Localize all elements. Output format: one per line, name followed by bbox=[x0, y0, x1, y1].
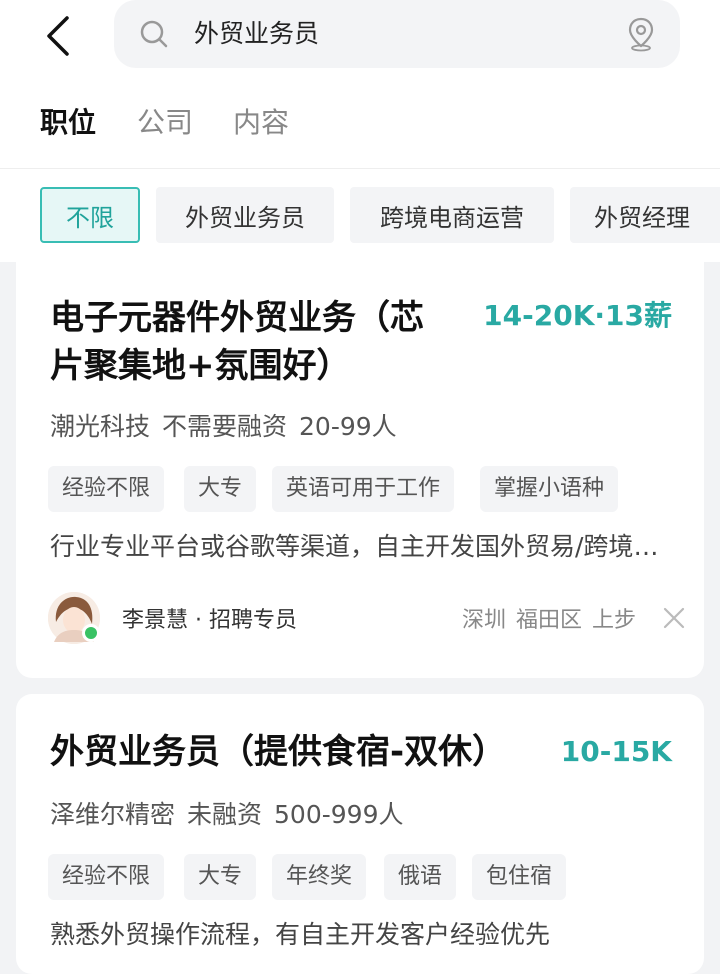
funding-stage: 未融资 bbox=[187, 800, 263, 829]
tag: 掌握小语种 bbox=[480, 466, 619, 512]
salary: 10-15K bbox=[560, 735, 672, 768]
area: 上步 bbox=[591, 608, 636, 633]
company-size: 500-999人 bbox=[274, 800, 404, 829]
location-pin-icon[interactable] bbox=[626, 16, 656, 52]
search-bar[interactable] bbox=[114, 0, 680, 68]
tab-content[interactable]: 内容 bbox=[233, 98, 289, 148]
tab-companies[interactable]: 公司 bbox=[137, 98, 193, 148]
job-location: 深圳 福田区 上步 bbox=[452, 602, 636, 634]
tag: 大专 bbox=[184, 854, 257, 900]
job-description: 行业专业平台或谷歌等渠道，自主开发国外贸易/跨境电商客户 bbox=[50, 532, 680, 561]
filter-chip-cross-border-ecommerce[interactable]: 跨境电商运营 bbox=[350, 187, 554, 243]
tag: 经验不限 bbox=[48, 854, 165, 900]
tab-positions[interactable]: 职位 bbox=[40, 98, 96, 148]
search-input[interactable] bbox=[194, 12, 594, 56]
company-name: 潮光科技 bbox=[50, 412, 151, 441]
tag: 包住宿 bbox=[472, 854, 567, 900]
job-description: 熟悉外贸操作流程，有自主开发客户经验优先 bbox=[50, 920, 551, 949]
online-status-dot bbox=[82, 624, 100, 642]
avatar[interactable] bbox=[48, 592, 100, 644]
filter-chip-foreign-trade-manager[interactable]: 外贸经理 bbox=[570, 187, 720, 243]
job-card[interactable]: 外贸业务员（提供食宿-双休） 10-15K 泽维尔精密 未融资 500-999人 经… bbox=[16, 694, 704, 974]
tag: 英语可用于工作 bbox=[272, 466, 455, 512]
company-name: 泽维尔精密 bbox=[50, 800, 176, 829]
job-title-continued: 片聚集地+氛围好） bbox=[50, 346, 351, 386]
funding-stage: 不需要融资 bbox=[162, 412, 288, 441]
company-size: 20-99人 bbox=[299, 412, 397, 441]
tag: 经验不限 bbox=[48, 466, 165, 512]
recruiter-row: 李景慧 · 招聘专员 深圳 福田区 上步 bbox=[48, 592, 688, 644]
category-tabs: 职位 公司 内容 bbox=[0, 98, 720, 148]
top-header: 职位 公司 内容 不限 外贸业务员 跨境电商运营 外贸经理 bbox=[0, 0, 720, 262]
recruiter-name: 李景慧 · 招聘专员 bbox=[122, 608, 297, 633]
back-button[interactable] bbox=[40, 14, 76, 58]
filter-chip-foreign-trade-sales[interactable]: 外贸业务员 bbox=[156, 187, 334, 243]
filter-chips: 不限 外贸业务员 跨境电商运营 外贸经理 bbox=[0, 187, 720, 243]
job-title: 外贸业务员（提供食宿-双休） bbox=[50, 732, 507, 772]
district: 福田区 bbox=[515, 608, 582, 633]
tag: 年终奖 bbox=[272, 854, 367, 900]
search-icon bbox=[140, 20, 168, 48]
job-title: 电子元器件外贸业务（芯 bbox=[50, 298, 424, 338]
job-card[interactable]: 电子元器件外贸业务（芯 片聚集地+氛围好） 14-20K·13薪 潮光科技 不需要… bbox=[16, 262, 704, 678]
filter-chip-all[interactable]: 不限 bbox=[40, 187, 140, 243]
tag: 俄语 bbox=[384, 854, 457, 900]
company-info: 泽维尔精密 未融资 500-999人 bbox=[50, 798, 416, 832]
close-icon[interactable] bbox=[660, 604, 688, 632]
tag: 大专 bbox=[184, 466, 257, 512]
company-info: 潮光科技 不需要融资 20-99人 bbox=[50, 410, 409, 444]
chevron-left-icon bbox=[47, 16, 69, 56]
salary: 14-20K·13薪 bbox=[483, 299, 672, 332]
header-divider bbox=[0, 168, 720, 169]
city: 深圳 bbox=[461, 608, 506, 633]
